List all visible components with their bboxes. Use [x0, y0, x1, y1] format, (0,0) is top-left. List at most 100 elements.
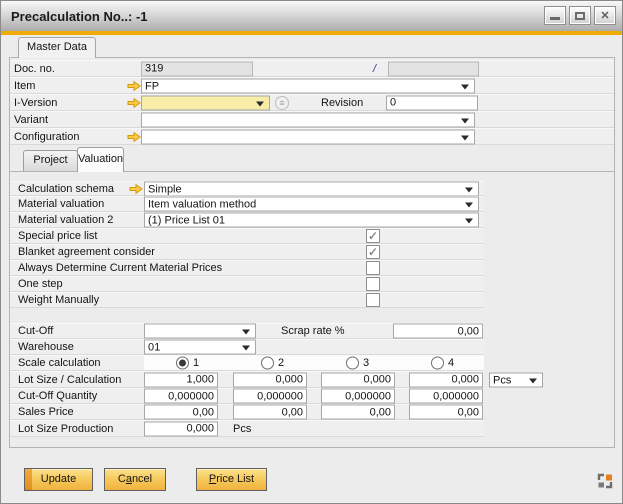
scrap-rate-input[interactable] — [393, 324, 483, 339]
cancel-button[interactable]: Cancel — [104, 468, 166, 491]
cut-off-qty-input-1[interactable] — [144, 389, 218, 404]
tab-master-data[interactable]: Master Data — [18, 37, 96, 58]
lot-size-calculation-label: Lot Size / Calculation — [18, 374, 121, 386]
lot-size-calculation-row: Lot Size / Calculation Pcs — [10, 371, 484, 388]
one-step-checkbox[interactable] — [366, 277, 380, 291]
calculation-schema-value: Simple — [148, 183, 462, 195]
lot-size-production-input[interactable] — [144, 421, 218, 436]
update-button-accent — [25, 469, 32, 490]
cut-off-dropdown[interactable] — [144, 324, 256, 339]
window-title: Precalculation No..: -1 — [11, 9, 148, 24]
cut-off-label: Cut-Off — [18, 325, 53, 337]
close-icon: ✕ — [600, 9, 609, 22]
doc-no-suffix-input[interactable] — [388, 61, 479, 76]
list-selector-icon[interactable]: ≡ — [275, 96, 289, 110]
material-valuation-value: Item valuation method — [148, 199, 462, 211]
warehouse-dropdown[interactable]: 01 — [144, 340, 256, 355]
i-version-row: I-Version ≡ Revision — [10, 94, 614, 111]
sales-price-label: Sales Price — [18, 406, 74, 418]
accent-bar — [1, 31, 622, 35]
weight-manually-row: Weight Manually — [10, 292, 484, 308]
special-price-list-checkbox[interactable] — [366, 229, 380, 243]
lot-size-production-row: Lot Size Production Pcs — [10, 420, 484, 437]
title-bar: Precalculation No..: -1 ✕ — [1, 1, 622, 32]
tab-project[interactable]: Project — [23, 150, 78, 171]
tab-master-data-label: Master Data — [27, 41, 87, 53]
warehouse-row: Warehouse 01 — [10, 339, 484, 355]
lot-size-calc-input-3[interactable] — [321, 372, 395, 387]
calculation-schema-row: Calculation schema Simple — [10, 181, 484, 196]
doc-no-input[interactable] — [141, 61, 253, 76]
revision-label: Revision — [321, 97, 363, 109]
maximize-icon — [575, 12, 585, 20]
minimize-button[interactable] — [544, 6, 566, 25]
calculation-schema-label: Calculation schema — [18, 183, 114, 195]
lot-size-calc-input-1[interactable] — [144, 372, 218, 387]
update-button[interactable]: Update — [24, 468, 93, 491]
always-determine-prices-row: Always Determine Current Material Prices — [10, 260, 484, 276]
price-list-button[interactable]: Price List — [196, 468, 267, 491]
scale-radio-3[interactable] — [346, 357, 359, 370]
item-row: Item FP — [10, 77, 614, 94]
scale-calculation-row: Scale calculation 1 2 3 4 — [10, 355, 484, 371]
configuration-dropdown[interactable] — [141, 129, 475, 144]
configuration-label: Configuration — [14, 131, 79, 143]
window-controls: ✕ — [544, 6, 616, 25]
tab-valuation[interactable]: Valuation — [77, 147, 124, 172]
link-arrow-icon[interactable] — [127, 80, 141, 91]
special-price-list-row: Special price list — [10, 228, 484, 244]
material-valuation-2-dropdown[interactable]: (1) Price List 01 — [144, 213, 479, 228]
blanket-agreement-row: Blanket agreement consider — [10, 244, 484, 260]
material-valuation-row: Material valuation Item valuation method — [10, 196, 484, 212]
calculation-schema-dropdown[interactable]: Simple — [144, 181, 479, 196]
cut-off-qty-input-4[interactable] — [409, 389, 483, 404]
lot-size-production-unit: Pcs — [233, 423, 251, 435]
scale-radio-4[interactable] — [431, 357, 444, 370]
maximize-button[interactable] — [569, 6, 591, 25]
warehouse-value: 01 — [148, 342, 239, 354]
cut-off-row: Cut-Off Scrap rate % — [10, 323, 484, 339]
uom-dropdown[interactable]: Pcs — [489, 372, 543, 387]
link-arrow-icon[interactable] — [127, 131, 141, 142]
always-determine-prices-checkbox[interactable] — [366, 261, 380, 275]
doc-no-label: Doc. no. — [14, 63, 55, 75]
doc-no-row: Doc. no. / — [10, 60, 614, 77]
item-dropdown[interactable]: FP — [141, 78, 475, 93]
weight-manually-checkbox[interactable] — [366, 293, 380, 307]
sales-price-input-2[interactable] — [233, 405, 307, 420]
sales-price-input-3[interactable] — [321, 405, 395, 420]
warehouse-label: Warehouse — [18, 341, 74, 353]
material-valuation-dropdown[interactable]: Item valuation method — [144, 197, 479, 212]
uom-value: Pcs — [493, 374, 526, 386]
expand-form-icon[interactable] — [597, 473, 613, 489]
variant-dropdown[interactable] — [141, 112, 475, 127]
i-version-label: I-Version — [14, 97, 57, 109]
revision-input[interactable] — [386, 95, 478, 110]
precalculation-window: Precalculation No..: -1 ✕ Master Data Do… — [0, 0, 623, 504]
weight-manually-label: Weight Manually — [18, 294, 99, 306]
scale-radio-4-label: 4 — [448, 357, 454, 369]
scale-radio-1[interactable] — [176, 357, 189, 370]
one-step-row: One step — [10, 276, 484, 292]
lot-size-calc-input-2[interactable] — [233, 372, 307, 387]
scale-radio-2[interactable] — [261, 357, 274, 370]
link-arrow-icon[interactable] — [129, 183, 143, 194]
i-version-dropdown[interactable] — [141, 95, 270, 110]
material-valuation-2-value: (1) Price List 01 — [148, 215, 462, 227]
lot-size-production-label: Lot Size Production — [18, 423, 113, 435]
tab-valuation-label: Valuation — [78, 153, 123, 165]
material-valuation-2-row: Material valuation 2 (1) Price List 01 — [10, 212, 484, 228]
cut-off-qty-input-3[interactable] — [321, 389, 395, 404]
sales-price-input-4[interactable] — [409, 405, 483, 420]
chevron-down-icon — [461, 118, 469, 123]
doc-no-separator: / — [373, 63, 376, 75]
link-arrow-icon[interactable] — [127, 97, 141, 108]
blanket-agreement-label: Blanket agreement consider — [18, 246, 155, 258]
chevron-down-icon — [529, 378, 537, 383]
scale-radio-2-label: 2 — [278, 357, 284, 369]
sales-price-input-1[interactable] — [144, 405, 218, 420]
lot-size-calc-input-4[interactable] — [409, 372, 483, 387]
cut-off-qty-input-2[interactable] — [233, 389, 307, 404]
close-button[interactable]: ✕ — [594, 6, 616, 25]
blanket-agreement-checkbox[interactable] — [366, 245, 380, 259]
